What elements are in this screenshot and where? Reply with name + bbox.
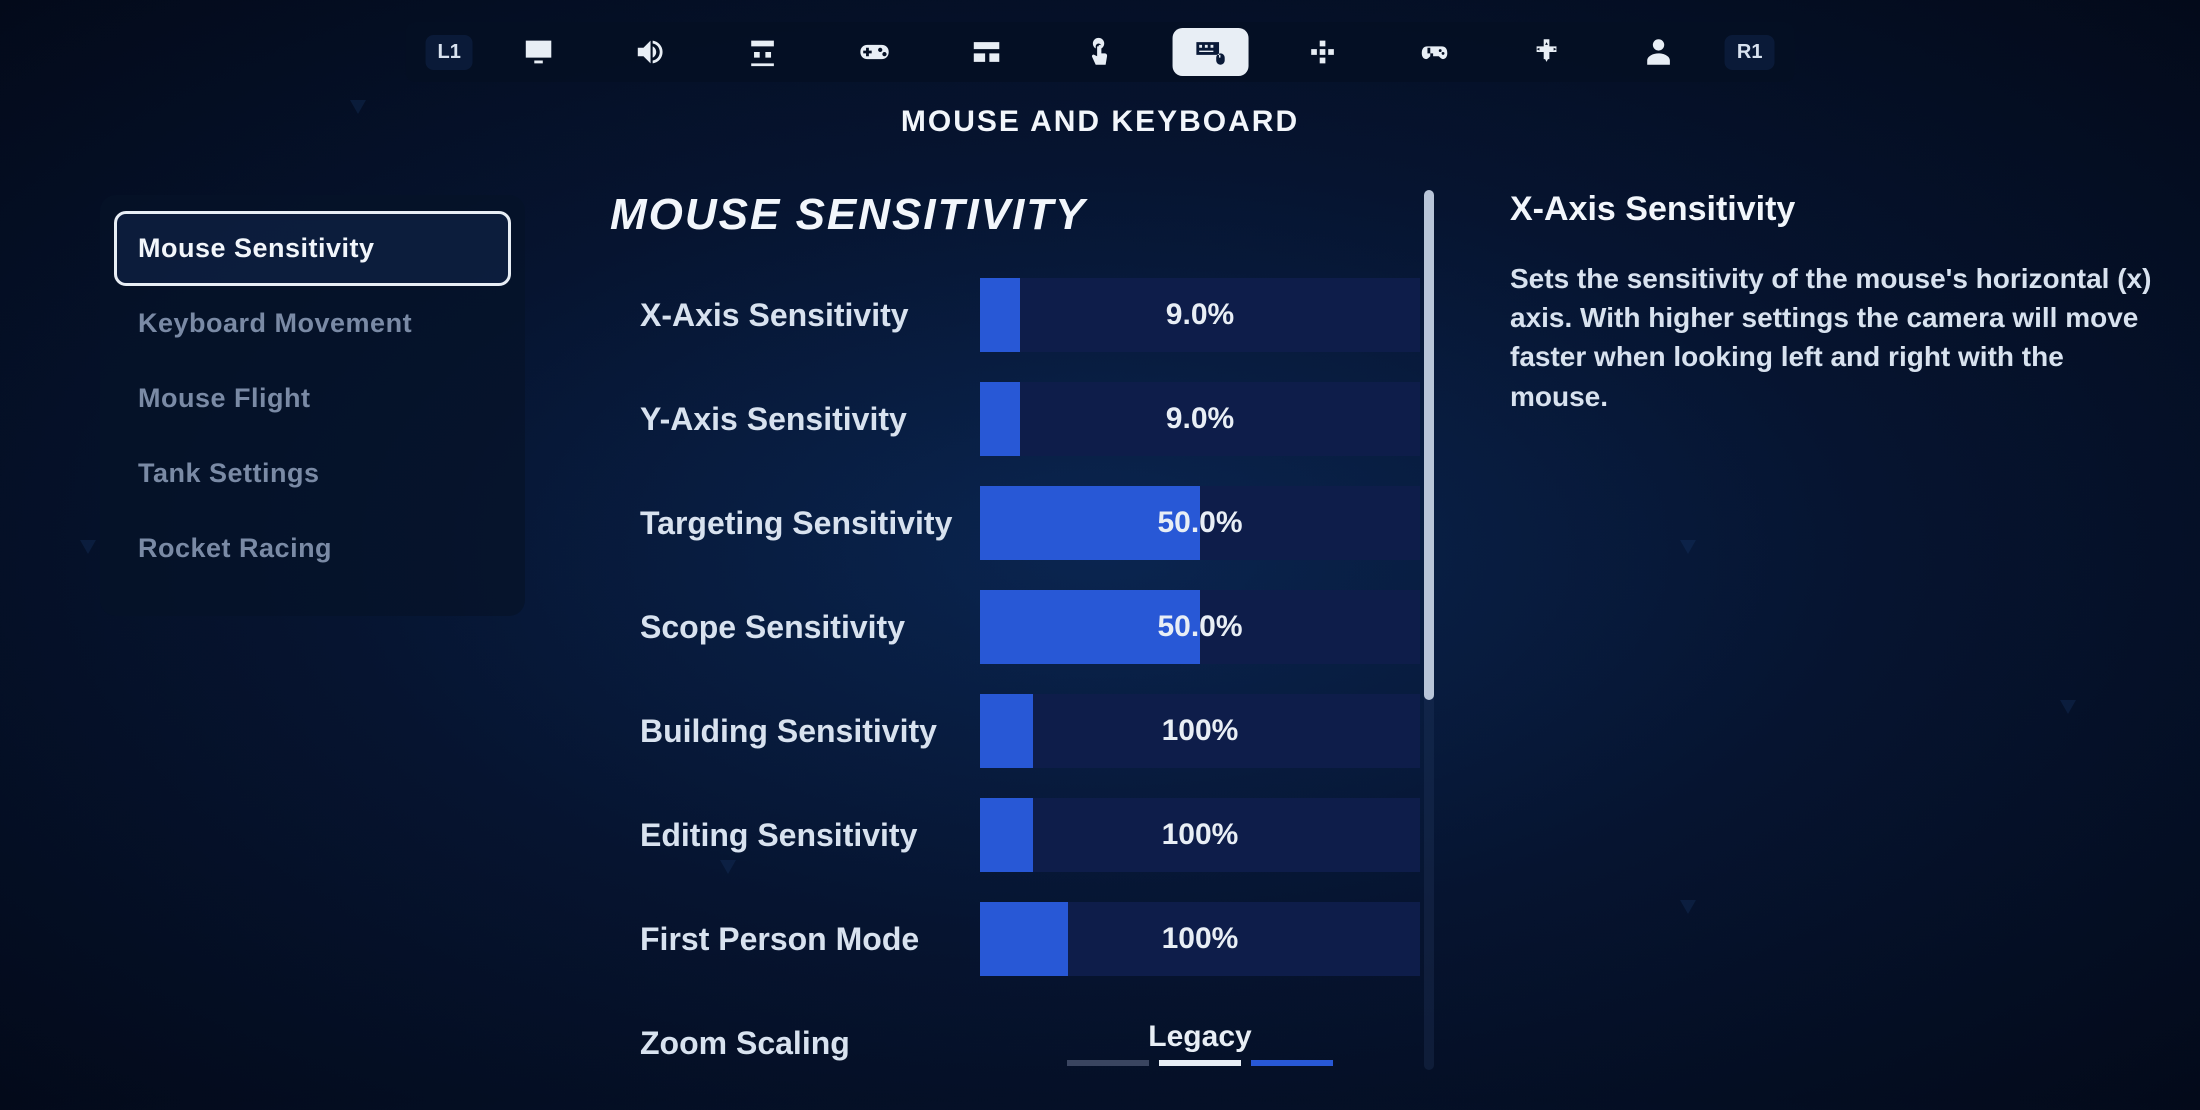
option-zoom-scaling[interactable]: Legacy [980,1006,1420,1080]
setting-label: Scope Sensitivity [610,609,980,646]
settings-main: MOUSE SENSITIVITY X-Axis Sensitivity 9.0… [610,190,1420,1110]
bumper-right-badge: R1 [1725,35,1775,70]
help-title: X-Axis Sensitivity [1510,190,2160,229]
sidebar-item-label: Keyboard Movement [138,308,412,338]
slider-value: 50.0% [1157,610,1242,644]
setting-row-targeting: Targeting Sensitivity 50.0% [610,486,1420,560]
bg-triangle [1680,540,1696,554]
setting-label: Targeting Sensitivity [610,505,980,542]
option-dot [1251,1060,1333,1066]
grid-icon [1306,35,1340,69]
section-title: MOUSE SENSITIVITY [610,190,1420,240]
tab-video[interactable] [501,28,577,76]
help-panel: X-Axis Sensitivity Sets the sensitivity … [1510,190,2160,416]
bg-triangle [80,540,96,554]
setting-label: Zoom Scaling [610,1025,980,1062]
setting-row-first-person: First Person Mode 100% [610,902,1420,976]
gamepad-icon [858,35,892,69]
layout-icon [970,35,1004,69]
sidebar-item-label: Rocket Racing [138,533,332,563]
tab-controller[interactable] [837,28,913,76]
dpad-icon [1530,35,1564,69]
setting-row-editing: Editing Sensitivity 100% [610,798,1420,872]
slider-value: 50.0% [1157,506,1242,540]
speaker-icon [634,35,668,69]
bg-triangle [1680,900,1696,914]
option-dot [1067,1060,1149,1066]
setting-label: X-Axis Sensitivity [610,297,980,334]
scrollbar[interactable] [1424,190,1434,1070]
bumper-left-badge: L1 [426,35,473,70]
sidebar-item-mouse-sensitivity[interactable]: Mouse Sensitivity [114,211,511,286]
tab-hud[interactable] [949,28,1025,76]
tab-account[interactable] [1621,28,1697,76]
monitor-icon [522,35,556,69]
gamepad-alt-icon [1418,35,1452,69]
tab-game[interactable] [725,28,801,76]
slider-targeting[interactable]: 50.0% [980,486,1420,560]
sidebar-item-keyboard-movement[interactable]: Keyboard Movement [114,286,511,361]
setting-label: Editing Sensitivity [610,817,980,854]
sidebar-item-label: Mouse Sensitivity [138,233,375,263]
option-value-text: Legacy [1148,1020,1251,1054]
tab-audio[interactable] [613,28,689,76]
slider-first-person[interactable]: 100% [980,902,1420,976]
slider-fill [980,278,1020,352]
slider-fill [980,798,1033,872]
keyboard-mouse-icon [1194,35,1228,69]
sidebar-item-label: Mouse Flight [138,383,310,413]
setting-row-zoom-scaling: Zoom Scaling Legacy [610,1006,1420,1080]
sidebar-item-mouse-flight[interactable]: Mouse Flight [114,361,511,436]
tab-accessibility[interactable] [1285,28,1361,76]
setting-label: Building Sensitivity [610,713,980,750]
person-icon [1642,35,1676,69]
setting-row-building: Building Sensitivity 100% [610,694,1420,768]
game-ui-icon [746,35,780,69]
settings-tabs-bar: L1 R1 [406,22,1795,82]
settings-sidebar: Mouse Sensitivity Keyboard Movement Mous… [100,195,525,616]
slider-fill [980,902,1068,976]
scroll-thumb[interactable] [1424,190,1434,700]
slider-value: 100% [1162,714,1239,748]
slider-value: 9.0% [1166,402,1234,436]
slider-fill [980,382,1020,456]
page-title: MOUSE AND KEYBOARD [901,105,1299,139]
touch-icon [1082,35,1116,69]
tab-wireless-controller[interactable] [1397,28,1473,76]
slider-y-axis[interactable]: 9.0% [980,382,1420,456]
slider-scope[interactable]: 50.0% [980,590,1420,664]
tab-touch[interactable] [1061,28,1137,76]
slider-value: 100% [1162,922,1239,956]
option-indicator [1067,1060,1333,1066]
sidebar-item-tank-settings[interactable]: Tank Settings [114,436,511,511]
slider-editing[interactable]: 100% [980,798,1420,872]
slider-fill [980,694,1033,768]
slider-building[interactable]: 100% [980,694,1420,768]
setting-row-y-axis: Y-Axis Sensitivity 9.0% [610,382,1420,456]
tab-mouse-keyboard[interactable] [1173,28,1249,76]
bg-triangle [2060,700,2076,714]
sidebar-item-label: Tank Settings [138,458,320,488]
setting-row-scope: Scope Sensitivity 50.0% [610,590,1420,664]
option-dot-active [1159,1060,1241,1066]
slider-value: 100% [1162,818,1239,852]
bg-triangle [350,100,366,114]
sidebar-item-rocket-racing[interactable]: Rocket Racing [114,511,511,586]
setting-row-x-axis: X-Axis Sensitivity 9.0% [610,278,1420,352]
setting-label: First Person Mode [610,921,980,958]
tab-gamepad-alt[interactable] [1509,28,1585,76]
setting-label: Y-Axis Sensitivity [610,401,980,438]
slider-value: 9.0% [1166,298,1234,332]
help-text: Sets the sensitivity of the mouse's hori… [1510,259,2160,416]
slider-x-axis[interactable]: 9.0% [980,278,1420,352]
